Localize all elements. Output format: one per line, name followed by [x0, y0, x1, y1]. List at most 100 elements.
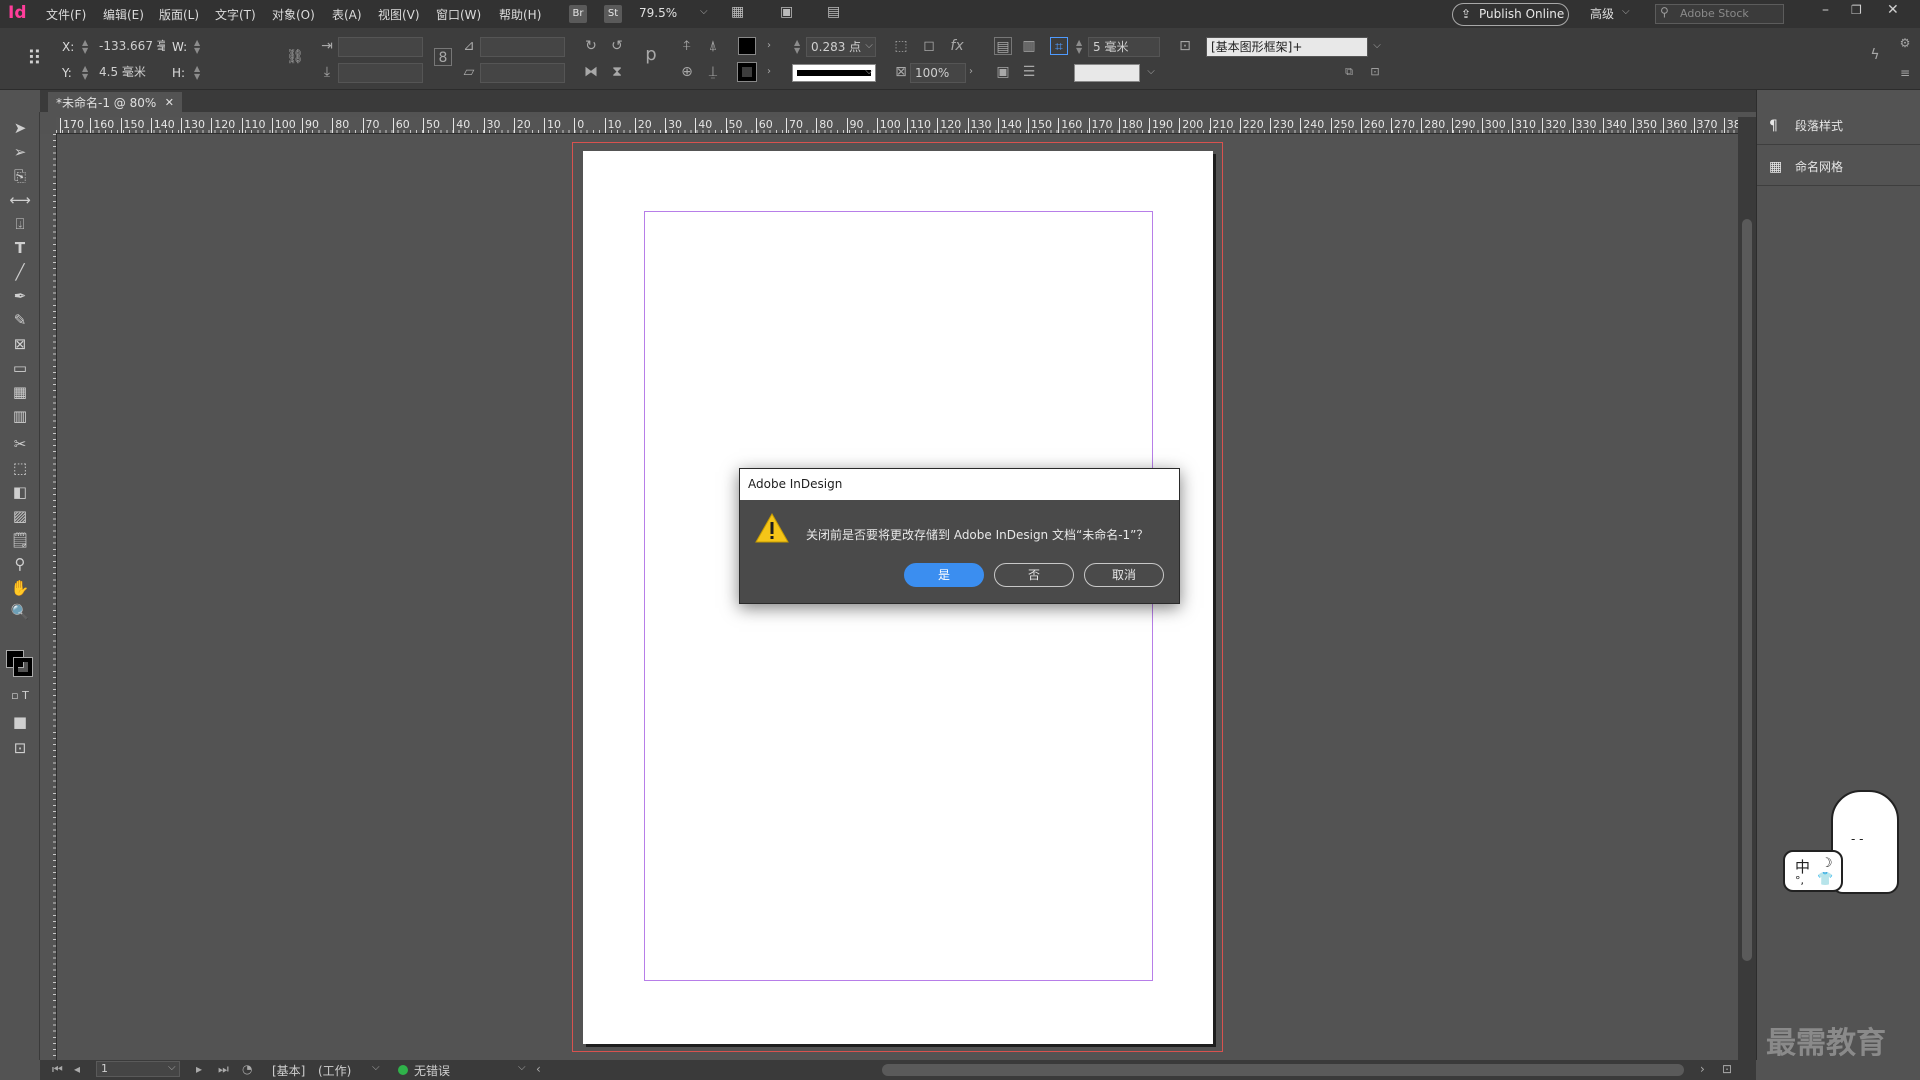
opacity-dropdown-icon[interactable]: ›: [962, 63, 980, 81]
stroke-dropdown-icon[interactable]: ›: [760, 63, 778, 81]
line-tool-icon[interactable]: ╱: [8, 262, 32, 282]
offset-field[interactable]: 5 毫米: [1088, 37, 1160, 57]
page-dropdown-icon[interactable]: ⌵: [168, 1062, 176, 1073]
ime-mascot[interactable]: - - 中 ☽ °, 👕: [1783, 790, 1920, 900]
content-collector-icon[interactable]: ⍗: [8, 214, 32, 234]
vertical-grid-tool-icon[interactable]: ▥: [8, 406, 32, 426]
hand-tool-icon[interactable]: ✋: [8, 578, 32, 598]
minimize-icon[interactable]: –: [1822, 2, 1829, 18]
pen-tool-icon[interactable]: ✒: [8, 286, 32, 306]
view-options-icon[interactable]: ▦: [731, 4, 744, 20]
offset-stepper-icon[interactable]: ▲ ▼: [1076, 39, 1084, 55]
vertical-scroll-thumb[interactable]: [1742, 219, 1752, 961]
direct-selection-tool-icon[interactable]: ➢: [8, 142, 32, 162]
clear-overrides-icon[interactable]: ⧉: [1340, 63, 1358, 81]
effects-icon[interactable]: fx: [948, 37, 966, 55]
page-tool-icon[interactable]: ⎘: [8, 166, 32, 186]
constrain-proportions-icon[interactable]: ⛓: [286, 48, 304, 66]
w-stepper-icon[interactable]: ▲ ▼: [194, 39, 202, 55]
free-transform-tool-icon[interactable]: ⬚: [8, 458, 32, 478]
gear-icon[interactable]: ⚙: [1896, 34, 1914, 52]
eyedropper-tool-icon[interactable]: ⚲: [8, 554, 32, 574]
bridge-button[interactable]: Br: [569, 5, 587, 23]
last-page-icon[interactable]: ⏭: [218, 1062, 229, 1077]
zoom-tool-icon[interactable]: 🔍: [8, 602, 32, 622]
scissors-tool-icon[interactable]: ✂: [8, 434, 32, 454]
object-style-dropdown-icon[interactable]: ⌵: [1368, 37, 1386, 55]
stroke-weight-dropdown-icon[interactable]: ⌵: [860, 37, 878, 55]
horizontal-scroll-thumb[interactable]: [882, 1064, 1684, 1076]
stock-button[interactable]: St: [604, 5, 622, 23]
rectangle-tool-icon[interactable]: ▭: [8, 358, 32, 378]
scroll-right-icon[interactable]: ›: [1700, 1062, 1705, 1076]
note-tool-icon[interactable]: 🗒: [8, 530, 32, 550]
menu-file[interactable]: 文件(F): [46, 6, 86, 23]
profile-dropdown-icon[interactable]: ⌵: [372, 1062, 380, 1073]
edit-style-icon[interactable]: ⊡: [1366, 63, 1384, 81]
scale-y-field[interactable]: [338, 63, 423, 83]
stock-search-input[interactable]: Adobe Stock: [1655, 4, 1784, 24]
fill-dropdown-icon[interactable]: ›: [760, 37, 778, 55]
text-wrap-shape-icon[interactable]: ▣: [994, 63, 1012, 81]
text-wrap-bbox-icon[interactable]: ▥: [1020, 37, 1038, 55]
vertical-scrollbar[interactable]: [1738, 117, 1756, 1060]
menu-table[interactable]: 表(A): [332, 6, 362, 23]
h-field[interactable]: [205, 63, 275, 83]
select-container-icon[interactable]: ⍏: [678, 37, 696, 55]
yes-button[interactable]: 是: [904, 563, 984, 587]
panel-menu-icon[interactable]: ≡: [1896, 64, 1914, 82]
first-page-icon[interactable]: ⏮: [52, 1062, 63, 1077]
select-previous-icon[interactable]: ⍋: [704, 37, 722, 55]
menu-object[interactable]: 对象(O): [272, 6, 315, 23]
flip-vertical-icon[interactable]: ⧗: [608, 63, 626, 81]
open-page-icon[interactable]: ◔: [242, 1062, 252, 1076]
workspace-switcher[interactable]: 高级: [1590, 5, 1614, 22]
stroke-type-dropdown-icon[interactable]: ⌵: [860, 63, 878, 81]
gradient-feather-tool-icon[interactable]: ▨: [8, 506, 32, 526]
drop-shadow-icon[interactable]: ◻: [920, 37, 938, 55]
document-tab[interactable]: *未命名-1 @ 80% ✕: [48, 92, 182, 114]
gradient-swatch-tool-icon[interactable]: ◧: [8, 482, 32, 502]
pencil-tool-icon[interactable]: ✎: [8, 310, 32, 330]
stroke-color-preview[interactable]: [1074, 64, 1140, 82]
text-wrap-jump-icon[interactable]: ☰: [1020, 63, 1038, 81]
rotate-cw-icon[interactable]: ↻: [582, 37, 600, 55]
named-grids-panel[interactable]: ▦ 命名网格: [1757, 148, 1920, 186]
select-content-icon[interactable]: ⊕: [678, 63, 696, 81]
apply-color-icon[interactable]: ■: [8, 712, 32, 732]
flip-horizontal-icon[interactable]: ⧓: [582, 63, 600, 81]
menu-edit[interactable]: 编辑(E): [103, 6, 144, 23]
scroll-left-icon[interactable]: ‹: [536, 1062, 541, 1076]
previous-page-icon[interactable]: ◂: [74, 1062, 80, 1076]
no-button[interactable]: 否: [994, 563, 1074, 587]
cancel-button[interactable]: 取消: [1084, 563, 1164, 587]
reference-point-icon[interactable]: ⠿: [27, 46, 42, 70]
opacity-field[interactable]: 100%: [910, 63, 966, 83]
stroke-weight-stepper-icon[interactable]: ▲ ▼: [794, 39, 802, 55]
paragraph-styles-panel[interactable]: ¶ 段落样式: [1757, 107, 1920, 145]
view-toggle-icon[interactable]: ⊡: [1722, 1062, 1732, 1076]
path-type-icon[interactable]: p: [642, 46, 660, 64]
gap-tool-icon[interactable]: ⟷: [8, 190, 32, 210]
stroke-swatch[interactable]: [737, 62, 757, 82]
selection-tool-icon[interactable]: ➤: [8, 118, 32, 138]
menu-window[interactable]: 窗口(W): [436, 6, 481, 23]
y-stepper-icon[interactable]: ▲ ▼: [82, 65, 90, 81]
y-field[interactable]: 4.5 毫米: [95, 63, 165, 83]
stroke-color-dropdown-icon[interactable]: ⌵: [1142, 63, 1160, 81]
text-wrap-none-icon[interactable]: ▤: [994, 37, 1012, 55]
screen-mode-icon[interactable]: ▣: [780, 4, 793, 20]
shear-angle-field[interactable]: [480, 63, 565, 83]
w-field[interactable]: [205, 37, 275, 57]
preflight-status[interactable]: 无错误: [414, 1062, 450, 1079]
scale-x-field[interactable]: [338, 37, 423, 57]
x-stepper-icon[interactable]: ▲ ▼: [82, 39, 90, 55]
type-tool-icon[interactable]: T: [8, 238, 32, 258]
restore-icon[interactable]: ❐: [1851, 3, 1862, 17]
fill-swatch[interactable]: [738, 37, 756, 55]
constrain-scale-icon[interactable]: 8: [434, 48, 452, 66]
formatting-affects-container-icon[interactable]: ▫ T: [8, 686, 32, 706]
rotate-ccw-icon[interactable]: ↺: [608, 37, 626, 55]
menu-view[interactable]: 视图(V): [378, 6, 420, 23]
object-style-select[interactable]: [基本图形框架]+: [1206, 37, 1368, 57]
